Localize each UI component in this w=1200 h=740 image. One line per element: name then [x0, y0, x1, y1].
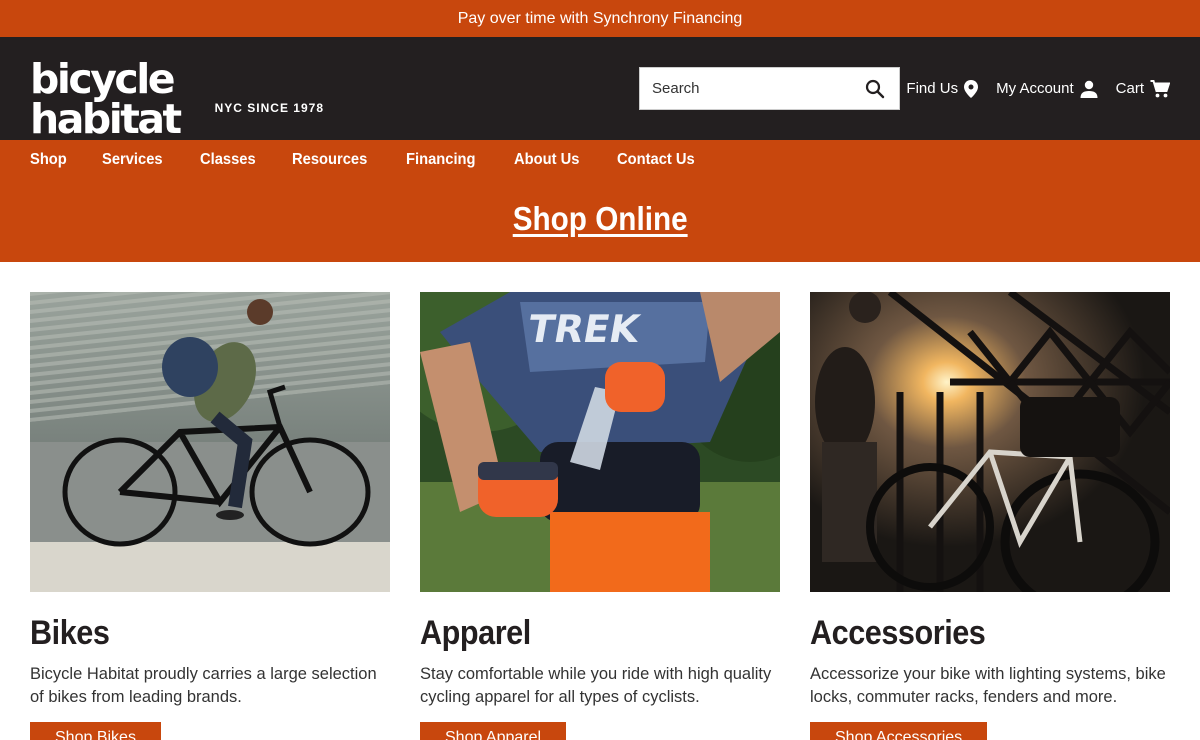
account-icon — [1080, 80, 1098, 98]
apparel-image[interactable]: TREK — [420, 292, 780, 592]
find-us-label: Find Us — [906, 80, 959, 97]
svg-text:TREK: TREK — [524, 307, 644, 352]
nav-item-shop[interactable]: Shop — [30, 151, 67, 169]
nav-item-classes[interactable]: Classes — [200, 151, 256, 169]
card-title[interactable]: Bikes — [30, 614, 354, 653]
category-card-accessories: Accessories Accessorize your bike with l… — [810, 292, 1170, 740]
nav-item-services[interactable]: Services — [102, 151, 163, 169]
bikes-image[interactable] — [30, 292, 390, 592]
promo-bar[interactable]: Pay over time with Synchrony Financing — [0, 0, 1200, 37]
logo-wordmark: bicycle habitat — [30, 54, 182, 143]
accessories-image[interactable] — [810, 292, 1170, 592]
page-title[interactable]: Shop Online — [513, 200, 688, 238]
card-description: Stay comfortable while you ride with hig… — [420, 665, 772, 706]
site-logo[interactable]: bicycle habitat NYC SINCE 1978 — [30, 58, 330, 139]
category-card-apparel: TREK Apparel Stay comfortable while you … — [420, 292, 780, 740]
search-input[interactable] — [652, 80, 863, 97]
main-nav: Shop Services Classes Resources Financin… — [0, 140, 1200, 180]
site-header: bicycle habitat NYC SINCE 1978 Find Us M… — [0, 37, 1200, 140]
nav-item-financing[interactable]: Financing — [406, 151, 476, 169]
nav-item-resources[interactable]: Resources — [292, 151, 367, 169]
card-title[interactable]: Accessories — [810, 614, 1134, 653]
card-description: Bicycle Habitat proudly carries a large … — [30, 665, 377, 706]
my-account-label: My Account — [996, 80, 1074, 97]
hero-banner: Shop Online — [0, 180, 1200, 262]
cart-icon — [1150, 79, 1170, 97]
card-title[interactable]: Apparel — [420, 614, 744, 653]
shop-accessories-button[interactable]: Shop Accessories — [810, 722, 988, 740]
category-card-bikes: Bikes Bicycle Habitat proudly carries a … — [30, 292, 390, 740]
shop-bikes-button[interactable]: Shop Bikes — [30, 722, 161, 740]
location-pin-icon — [964, 79, 979, 98]
nav-item-contact-us[interactable]: Contact Us — [617, 151, 695, 169]
search-button[interactable] — [863, 77, 887, 101]
search-icon — [865, 79, 885, 98]
search-box — [639, 67, 900, 110]
find-us-link[interactable]: Find Us — [906, 79, 979, 98]
promo-text[interactable]: Pay over time with Synchrony Financing — [458, 10, 743, 28]
nav-item-about-us[interactable]: About Us — [514, 151, 579, 169]
logo-tagline: NYC SINCE 1978 — [214, 100, 324, 115]
category-cards: Bikes Bicycle Habitat proudly carries a … — [0, 262, 1200, 740]
cart-label: Cart — [1115, 80, 1144, 97]
cart-link[interactable]: Cart — [1115, 79, 1170, 98]
card-description: Accessorize your bike with lighting syst… — [810, 665, 1166, 706]
my-account-link[interactable]: My Account — [996, 80, 1098, 98]
utility-links: Find Us My Account Cart — [906, 37, 1170, 140]
shop-apparel-button[interactable]: Shop Apparel — [420, 722, 567, 740]
